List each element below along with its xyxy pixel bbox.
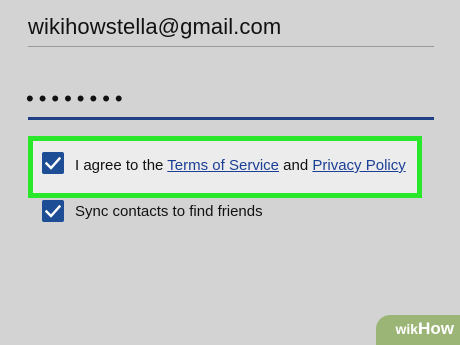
- email-value: wikihowstella@gmail.com: [28, 14, 282, 39]
- email-field-underline: [28, 46, 434, 47]
- privacy-policy-link[interactable]: Privacy Policy: [312, 157, 405, 174]
- password-value: ••••••••: [26, 86, 128, 111]
- terms-label: I agree to the Terms of Service and Priv…: [75, 157, 406, 174]
- terms-middle: and: [279, 157, 313, 174]
- watermark-how-text: How: [418, 319, 454, 338]
- terms-checkbox[interactable]: [42, 152, 64, 174]
- checkmark-icon: [45, 156, 61, 170]
- email-field[interactable]: wikihowstella@gmail.com: [28, 14, 281, 40]
- terms-of-service-link[interactable]: Terms of Service: [167, 157, 279, 174]
- sync-contacts-checkbox[interactable]: [42, 200, 64, 222]
- password-field-underline: [28, 117, 434, 120]
- checkmark-icon: [45, 204, 61, 218]
- sync-contacts-label: Sync contacts to find friends: [75, 203, 263, 220]
- wikihow-watermark: wiki How: [370, 313, 460, 345]
- password-field[interactable]: ••••••••: [26, 86, 128, 112]
- terms-prefix: I agree to the: [75, 157, 168, 174]
